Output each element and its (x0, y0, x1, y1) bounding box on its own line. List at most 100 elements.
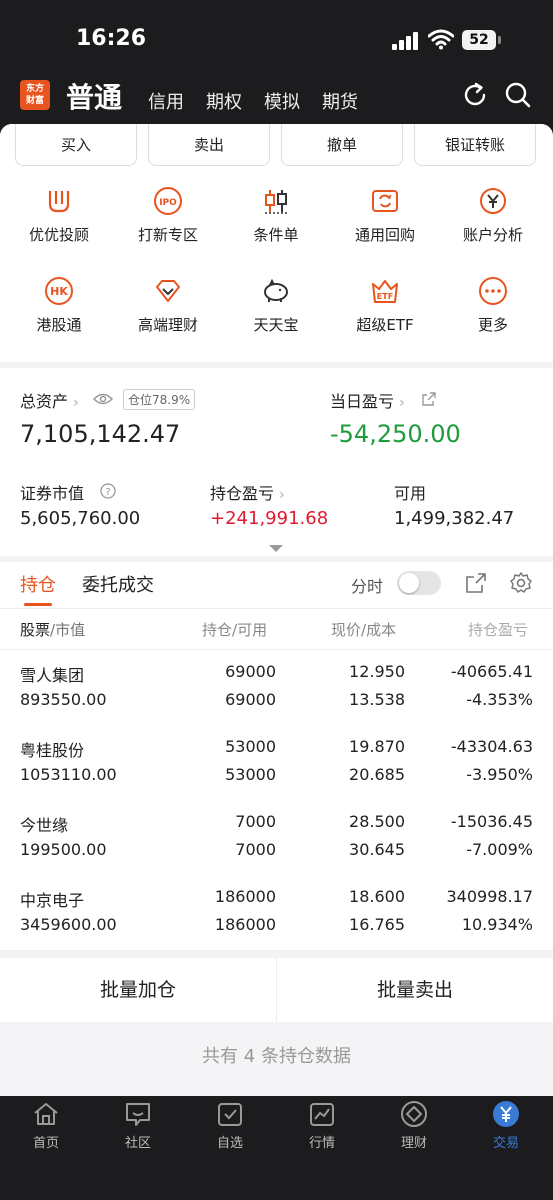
current-price: 18.600 (349, 887, 405, 906)
tab-credit[interactable]: 信用 (148, 88, 184, 114)
cost-price: 13.538 (349, 690, 405, 709)
account-mode-title[interactable]: 普通 (66, 76, 122, 116)
grid-item-uu-advisor[interactable]: 优优投顾 (9, 186, 109, 245)
status-time: 16:26 (76, 26, 147, 51)
grid-item-repurchase[interactable]: 通用回购 (335, 186, 435, 245)
battery-indicator: 52 (462, 30, 496, 50)
table-row[interactable]: 今世缘 199500.00 7000 7000 28.500 30.645 -1… (0, 800, 553, 876)
position-qty: 53000 (225, 737, 276, 756)
position-qty: 186000 (214, 887, 276, 906)
nav-watchlist[interactable]: 自选 (184, 1100, 276, 1151)
grid-item-conditional-order[interactable]: 条件单 (226, 186, 326, 245)
buy-button-label: 买入 (60, 136, 91, 154)
current-price: 28.500 (349, 812, 405, 831)
grid-item-account-analysis[interactable]: 账户分析 (443, 186, 543, 245)
trade-icon (493, 1101, 519, 1127)
market-value: 5,605,760.00 (20, 508, 141, 529)
eye-visibility-icon[interactable] (93, 392, 113, 406)
table-row[interactable]: 雪人集团 893550.00 69000 69000 12.950 13.538… (0, 650, 553, 726)
bank-transfer-button[interactable]: 银证转账 (414, 124, 536, 166)
col-position-label: 持仓 (202, 621, 233, 639)
stock-name: 中京电子 (20, 891, 85, 910)
table-row[interactable]: 中京电子 3459600.00 186000 186000 18.600 16.… (0, 875, 553, 951)
grid-label: 打新专区 (137, 226, 198, 244)
home-icon (34, 1103, 58, 1125)
grid-label: 通用回购 (354, 226, 415, 244)
nav-home[interactable]: 首页 (0, 1100, 92, 1151)
grid-label: 更多 (477, 316, 508, 334)
position-qty: 69000 (225, 662, 276, 681)
grid-label: 港股通 (36, 316, 82, 334)
intraday-toggle[interactable] (397, 571, 441, 595)
nav-community[interactable]: 社区 (92, 1100, 184, 1151)
grid-label: 条件单 (253, 226, 299, 244)
uu-advisor-icon (48, 191, 70, 213)
sell-button-label: 卖出 (193, 136, 224, 154)
nav-label: 交易 (492, 1136, 519, 1151)
repurchase-icon (372, 190, 398, 212)
hk-icon: HK (45, 277, 73, 305)
community-icon (126, 1103, 150, 1126)
holding-pnl-label: 持仓盈亏 (210, 484, 275, 503)
grid-item-tiantianbao[interactable]: 天天宝 (226, 276, 326, 335)
chevron-right-icon: › (399, 395, 405, 411)
grid-item-hk-connect[interactable]: HK 港股通 (9, 276, 109, 335)
export-icon[interactable] (465, 572, 487, 594)
col-market-value-label: /市值 (50, 621, 86, 639)
table-row[interactable]: 粤桂股份 1053110.00 53000 53000 19.870 20.68… (0, 725, 553, 801)
daily-pnl-label: 当日盈亏 (330, 392, 395, 411)
tab-holdings[interactable]: 持仓 (20, 571, 56, 597)
logo-text-line1: 东方 (25, 84, 44, 94)
diamond-icon (156, 280, 180, 302)
nav-trade[interactable]: 交易 (460, 1100, 552, 1151)
holding-pnl: -43304.63 (450, 737, 533, 756)
settings-gear-icon[interactable] (509, 571, 533, 595)
available-label: 可用 (394, 484, 427, 503)
grid-label: 优优投顾 (28, 226, 89, 244)
tab-orders-trades[interactable]: 委托成交 (82, 571, 154, 597)
nav-wealth[interactable]: 理财 (368, 1100, 460, 1151)
expand-caret-icon[interactable] (269, 545, 283, 552)
nav-label: 社区 (124, 1136, 151, 1151)
batch-add-button[interactable]: 批量加仓 (0, 958, 276, 1022)
stock-name: 今世缘 (20, 816, 69, 835)
nav-label: 首页 (32, 1136, 59, 1151)
holding-pnl-label-row[interactable]: 持仓盈亏 › (210, 480, 285, 504)
search-icon[interactable] (503, 80, 533, 110)
batch-actions-bar: 批量加仓 批量卖出 (0, 958, 553, 1022)
holding-pnl-pct: -7.009% (466, 840, 533, 859)
nav-label: 理财 (400, 1136, 427, 1151)
svg-text:IPO: IPO (159, 198, 177, 208)
battery-tip (498, 36, 501, 44)
refresh-icon[interactable] (460, 80, 490, 110)
candlestick-icon (265, 190, 287, 214)
tab-options[interactable]: 期权 (206, 88, 242, 114)
total-assets-label-row[interactable]: 总资产 › (20, 388, 79, 412)
stock-name: 粤桂股份 (20, 741, 85, 760)
grid-item-premium-wealth[interactable]: 高端理财 (118, 276, 218, 335)
sell-button[interactable]: 卖出 (148, 124, 270, 166)
col-stock-header: 股票/市值 (20, 619, 85, 640)
stock-market-value: 199500.00 (20, 840, 107, 859)
active-tab-indicator (24, 603, 52, 606)
nav-market[interactable]: 行情 (276, 1100, 368, 1151)
share-external-icon[interactable] (422, 392, 436, 406)
daily-pnl-label-row[interactable]: 当日盈亏 › (330, 388, 405, 412)
help-question-icon[interactable]: ? (100, 483, 116, 499)
position-qty: 7000 (235, 812, 276, 831)
tab-futures[interactable]: 期货 (322, 88, 358, 114)
batch-sell-button[interactable]: 批量卖出 (277, 958, 553, 1022)
col-cost-label: /成本 (361, 621, 397, 639)
available-qty: 53000 (225, 765, 276, 784)
grid-item-super-etf[interactable]: ETF 超级ETF (335, 276, 435, 335)
col-pnl-header: 持仓盈亏 (468, 621, 529, 639)
buy-button[interactable]: 买入 (15, 124, 137, 166)
yen-analysis-icon (480, 188, 506, 214)
svg-text:ETF: ETF (377, 292, 393, 301)
more-icon (479, 277, 507, 305)
grid-item-more[interactable]: 更多 (443, 276, 543, 335)
grid-label: 高端理财 (137, 316, 198, 334)
cancel-order-button[interactable]: 撤单 (281, 124, 403, 166)
grid-item-ipo[interactable]: IPO 打新专区 (118, 186, 218, 245)
tab-simulation[interactable]: 模拟 (264, 88, 300, 114)
